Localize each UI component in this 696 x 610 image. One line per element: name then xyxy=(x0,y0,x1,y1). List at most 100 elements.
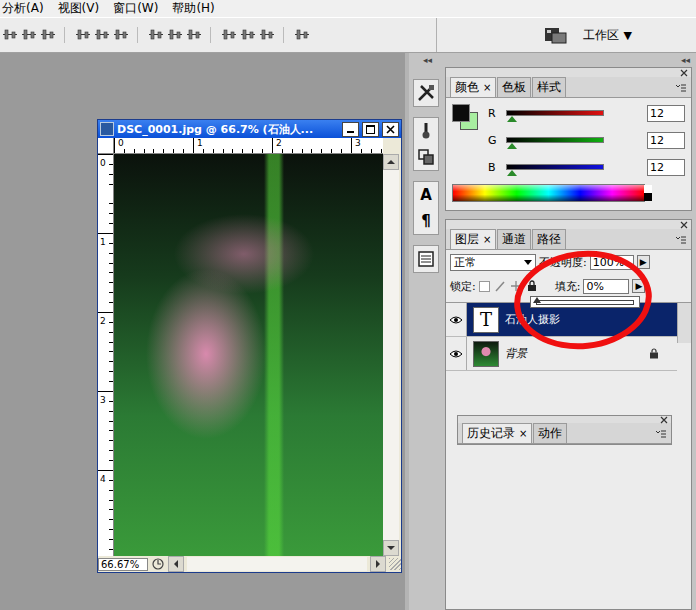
panel-close-icon[interactable] xyxy=(660,416,668,424)
slider-thumb[interactable] xyxy=(507,116,517,122)
scroll-up-button[interactable] xyxy=(383,154,399,170)
opacity-field[interactable]: 100% xyxy=(590,255,634,270)
photoshop-window: 分析(A) 视图(V) 窗口(W) 帮助(H) 工作区▼ DSC_0001.jpg @ 6… xyxy=(0,0,696,610)
align-icon[interactable] xyxy=(148,27,164,43)
align-icon[interactable] xyxy=(21,27,37,43)
align-icon[interactable] xyxy=(259,27,275,43)
align-icon[interactable] xyxy=(186,27,202,43)
document-title-bar[interactable]: DSC_0001.jpg @ 66.7% (石油人... xyxy=(98,120,401,138)
align-group xyxy=(221,27,284,43)
align-icon[interactable] xyxy=(221,27,237,43)
align-group xyxy=(294,27,318,43)
panel-tab[interactable]: 路径 xyxy=(532,229,566,249)
visibility-toggle[interactable] xyxy=(446,337,467,370)
panel-menu-icon[interactable] xyxy=(655,429,667,439)
slider-thumb[interactable] xyxy=(507,143,517,149)
lock-transparency-icon[interactable] xyxy=(479,281,490,292)
fill-slider-button[interactable]: ▶ xyxy=(632,279,645,293)
clone-source-icon[interactable] xyxy=(416,147,436,167)
panel-close-icon[interactable] xyxy=(680,69,688,77)
collapse-button[interactable]: ◂◂ xyxy=(681,55,690,67)
fill-slider-popup xyxy=(530,296,640,308)
ruler-label: 0 xyxy=(98,154,113,233)
color-ramp[interactable] xyxy=(452,184,645,202)
scroll-right-button[interactable] xyxy=(370,556,386,572)
slider-track[interactable] xyxy=(506,164,604,170)
eye-icon xyxy=(449,349,463,359)
slider-thumb[interactable] xyxy=(507,170,517,176)
panel-tab[interactable]: 色板 xyxy=(497,77,531,97)
panel-tab[interactable]: 样式 xyxy=(532,77,566,97)
ruler-corner xyxy=(98,138,114,154)
history-panel: 历史记录×动作 xyxy=(457,415,672,445)
bridge-icon[interactable] xyxy=(543,25,569,45)
panel-menu-icon[interactable] xyxy=(675,83,687,93)
fill-field[interactable]: 0% xyxy=(583,279,629,294)
layer-thumbnail: T xyxy=(473,307,499,333)
info-icon[interactable] xyxy=(151,557,165,571)
document-window[interactable]: DSC_0001.jpg @ 66.7% (石油人...01230123466.… xyxy=(97,119,402,573)
panel-close-icon[interactable] xyxy=(680,221,688,229)
align-icon[interactable] xyxy=(294,27,310,43)
channel-value[interactable]: 12 xyxy=(647,159,685,176)
layer-list-scrollbar[interactable] xyxy=(677,303,691,343)
align-icon[interactable] xyxy=(94,27,110,43)
align-icon[interactable] xyxy=(240,27,256,43)
ruler-label: 2 xyxy=(98,312,113,391)
fill-slider-thumb[interactable] xyxy=(533,297,541,303)
layer-row[interactable]: T石油人摄影 xyxy=(446,303,677,337)
align-icon[interactable] xyxy=(113,27,129,43)
menu-item[interactable]: 窗口(W) xyxy=(113,0,158,17)
vertical-scrollbar[interactable] xyxy=(383,154,399,556)
tools-icon[interactable] xyxy=(416,83,436,103)
panel-tab[interactable]: 颜色× xyxy=(450,77,496,97)
align-icon[interactable] xyxy=(2,27,18,43)
fill-slider-track[interactable] xyxy=(536,300,634,305)
status-bar: 66.67% xyxy=(98,556,401,572)
canvas-area: DSC_0001.jpg @ 66.7% (石油人...01230123466.… xyxy=(0,53,405,610)
channel-value[interactable]: 12 xyxy=(647,132,685,149)
slider-track[interactable] xyxy=(506,110,604,116)
options-bar: 工作区▼ xyxy=(0,17,696,53)
align-icon[interactable] xyxy=(40,27,56,43)
minimize-button[interactable] xyxy=(342,122,359,137)
scroll-left-button[interactable] xyxy=(168,556,184,572)
menu-item[interactable]: 分析(A) xyxy=(2,0,44,17)
workspace-button[interactable]: 工作区▼ xyxy=(583,27,632,44)
horizontal-scrollbar[interactable] xyxy=(187,557,367,571)
panel-tab[interactable]: 动作 xyxy=(533,423,567,443)
vertical-ruler: 01234 xyxy=(98,154,114,556)
panel-tab[interactable]: 通道 xyxy=(497,229,531,249)
channel-value[interactable]: 12 xyxy=(647,105,685,122)
panel-menu-icon[interactable] xyxy=(675,235,687,245)
foreground-color-swatch[interactable] xyxy=(452,104,470,122)
lock-pixels-icon[interactable] xyxy=(494,280,506,292)
blend-mode-select[interactable]: 正常 xyxy=(450,254,536,271)
zoom-field[interactable]: 66.67% xyxy=(98,558,148,571)
resize-grip[interactable] xyxy=(389,558,401,570)
menu-item[interactable]: 帮助(H) xyxy=(172,0,214,17)
collapse-button[interactable]: ◂◂ xyxy=(423,55,432,67)
visibility-toggle[interactable] xyxy=(446,303,467,336)
layer-comps-icon[interactable] xyxy=(416,249,436,269)
type-panel-button[interactable]: A xyxy=(420,185,432,205)
lock-all-icon[interactable] xyxy=(526,280,538,292)
align-group xyxy=(148,27,211,43)
type-panel-button[interactable]: ¶ xyxy=(421,211,431,231)
close-button[interactable] xyxy=(382,122,399,137)
panel-tab[interactable]: 历史记录× xyxy=(462,423,532,443)
opacity-slider-button[interactable]: ▶ xyxy=(637,255,650,269)
ruler-label: 4 xyxy=(98,470,113,549)
menu-item[interactable]: 视图(V) xyxy=(58,0,100,17)
layer-row[interactable]: 背景 xyxy=(446,337,677,371)
maximize-button[interactable] xyxy=(362,122,379,137)
align-icon[interactable] xyxy=(75,27,91,43)
slider-track[interactable] xyxy=(506,137,604,143)
scroll-down-button[interactable] xyxy=(383,540,399,556)
lock-position-icon[interactable] xyxy=(510,280,522,292)
align-icon[interactable] xyxy=(167,27,183,43)
brush-preset-icon[interactable] xyxy=(416,121,436,141)
layers-panel: 图层×通道路径正常不透明度:100%▶锁定:填充:0%▶T石油人摄影背景历史记录… xyxy=(445,219,692,610)
panel-tab[interactable]: 图层× xyxy=(450,229,496,249)
align-group xyxy=(75,27,138,43)
